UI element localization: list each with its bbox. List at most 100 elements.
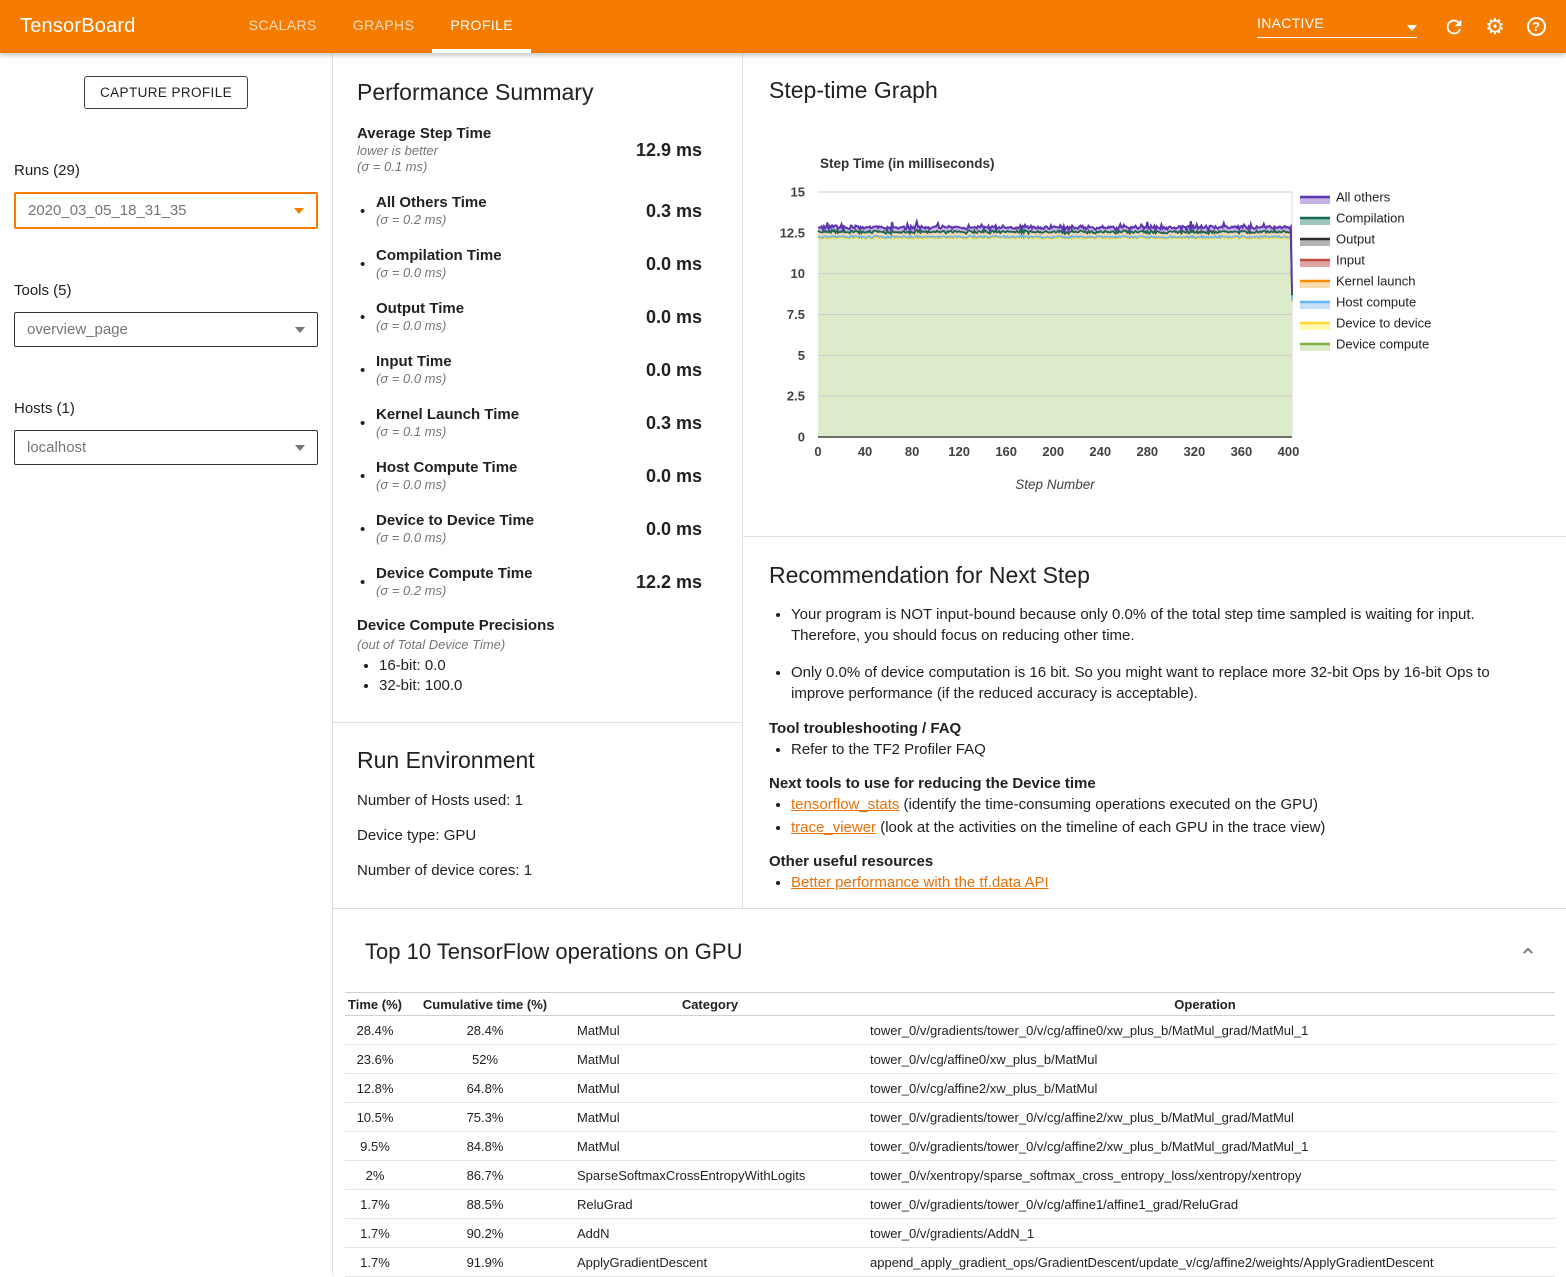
cell-category: MatMul (565, 1081, 855, 1096)
cell-cumulative: 88.5% (405, 1197, 565, 1212)
refresh-icon[interactable] (1442, 15, 1466, 39)
perf-item-sigma: (σ = 0.1 ms) (376, 424, 519, 440)
sidebar: CAPTURE PROFILE Runs (29) 2020_03_05_18_… (0, 53, 333, 1275)
table-header-row: Time (%) Cumulative time (%) Category Op… (345, 992, 1555, 1016)
svg-text:Device compute: Device compute (1336, 337, 1429, 352)
perf-item-value: 0.3 ms (646, 201, 702, 222)
list-item-text: Refer to the TF2 Profiler FAQ (791, 741, 986, 758)
perf-item-sigma: (σ = 0.0 ms) (376, 530, 534, 546)
hosts-label: Hosts (1) (14, 400, 332, 417)
list-item: tensorflow_stats (identify the time-cons… (791, 795, 1536, 814)
svg-text:40: 40 (858, 444, 872, 459)
svg-text:320: 320 (1184, 444, 1206, 459)
resource-link[interactable]: tensorflow_stats (791, 796, 899, 813)
resource-link[interactable]: Better performance with the tf.data API (791, 874, 1049, 891)
tools-select[interactable]: overview_page (14, 312, 318, 347)
top-ops-title: Top 10 TensorFlow operations on GPU (365, 939, 1566, 965)
list-item: Better performance with the tf.data API (791, 873, 1536, 892)
help-icon[interactable]: ? (1524, 15, 1548, 39)
cell-operation: tower_0/v/gradients/tower_0/v/cg/affine2… (855, 1139, 1555, 1154)
chevron-down-icon (1407, 25, 1417, 31)
settings-gear-icon[interactable]: ⚙ (1483, 15, 1507, 39)
hosts-select[interactable]: localhost (14, 430, 318, 465)
subsection-title: Next tools to use for reducing the Devic… (769, 775, 1536, 792)
perf-breakdown-item: • Device Compute Time (σ = 0.2 ms) 12.2 … (357, 565, 742, 599)
bullet-dot: • (360, 521, 376, 538)
step-time-graph-title: Step-time Graph (769, 77, 938, 104)
perf-item-sigma: (σ = 0.0 ms) (376, 371, 452, 387)
cell-operation: tower_0/v/cg/affine2/xw_plus_b/MatMul (855, 1081, 1555, 1096)
chevron-down-icon (295, 327, 305, 333)
average-note: lower is better (357, 143, 491, 159)
capture-profile-button[interactable]: CAPTURE PROFILE (84, 76, 248, 109)
hosts-select-value: localhost (27, 439, 86, 456)
tab-scalars[interactable]: SCALARS (231, 0, 335, 53)
svg-text:Step Number: Step Number (1015, 477, 1095, 492)
cell-category: ApplyGradientDescent (565, 1255, 855, 1270)
cell-category: AddN (565, 1226, 855, 1241)
perf-item-label: Output Time (376, 300, 464, 318)
bullet-dot: • (360, 415, 376, 432)
tab-graphs[interactable]: GRAPHS (335, 0, 433, 53)
cell-time: 9.5% (345, 1139, 405, 1154)
cell-time: 2% (345, 1168, 405, 1183)
recommendation-subsection: Tool troubleshooting / FAQ Refer to the … (769, 720, 1536, 759)
table-row: 9.5% 84.8% MatMul tower_0/v/gradients/to… (345, 1132, 1555, 1161)
collapse-chevron-up-icon[interactable] (1518, 941, 1538, 964)
table-row: 12.8% 64.8% MatMul tower_0/v/cg/affine2/… (345, 1074, 1555, 1103)
runs-select-value: 2020_03_05_18_31_35 (28, 202, 187, 219)
svg-text:Output: Output (1336, 232, 1375, 247)
perf-item-label: Kernel Launch Time (376, 406, 519, 424)
perf-item-sigma: (σ = 0.0 ms) (376, 318, 464, 334)
cell-category: MatMul (565, 1139, 855, 1154)
runs-select[interactable]: 2020_03_05_18_31_35 (14, 192, 318, 229)
table-row: 1.7% 90.2% AddN tower_0/v/gradients/AddN… (345, 1219, 1555, 1248)
list-item-text: (identify the time-consuming operations … (899, 796, 1318, 813)
cell-operation: tower_0/v/gradients/tower_0/v/cg/affine0… (855, 1023, 1555, 1038)
svg-text:280: 280 (1136, 444, 1158, 459)
perf-item-label: Compilation Time (376, 247, 502, 265)
cell-operation: tower_0/v/xentropy/sparse_softmax_cross_… (855, 1168, 1555, 1183)
table-row: 10.5% 75.3% MatMul tower_0/v/gradients/t… (345, 1103, 1555, 1132)
recommendation-title: Recommendation for Next Step (769, 562, 1536, 589)
cell-category: ReluGrad (565, 1197, 855, 1212)
svg-text:360: 360 (1231, 444, 1253, 459)
run-environment-section: Run Environment Number of Hosts used: 1D… (333, 723, 742, 879)
environment-line: Device type: GPU (357, 827, 742, 844)
app-logo: TensorBoard (20, 15, 136, 38)
step-time-chart[interactable]: 02.557.51012.515040801201602002402803203… (743, 140, 1566, 515)
svg-text:5: 5 (798, 348, 805, 363)
perf-item-value: 0.0 ms (646, 519, 702, 540)
col-header-operation: Operation (855, 997, 1555, 1012)
tab-profile[interactable]: PROFILE (432, 0, 531, 53)
list-item: Only 0.0% of device computation is 16 bi… (791, 662, 1536, 705)
list-item: 32-bit: 100.0 (379, 676, 742, 696)
cell-operation: tower_0/v/gradients/tower_0/v/cg/affine2… (855, 1110, 1555, 1125)
performance-breakdown-list: • All Others Time (σ = 0.2 ms) 0.3 ms • … (357, 194, 742, 599)
perf-item-value: 0.3 ms (646, 413, 702, 434)
subsection-title: Tool troubleshooting / FAQ (769, 720, 1536, 737)
bullet-dot: • (360, 468, 376, 485)
average-step-time-row: Average Step Time lower is better (σ = 0… (357, 125, 742, 175)
environment-line: Number of device cores: 1 (357, 862, 742, 879)
perf-item-sigma: (σ = 0.0 ms) (376, 477, 517, 493)
svg-text:10: 10 (791, 266, 805, 281)
bullet-dot: • (360, 203, 376, 220)
cell-cumulative: 90.2% (405, 1226, 565, 1241)
svg-text:0: 0 (798, 430, 805, 445)
recommendation-subsection: Next tools to use for reducing the Devic… (769, 775, 1536, 837)
cell-operation: tower_0/v/gradients/AddN_1 (855, 1226, 1555, 1241)
cell-cumulative: 64.8% (405, 1081, 565, 1096)
cell-time: 12.8% (345, 1081, 405, 1096)
environment-line: Number of Hosts used: 1 (357, 792, 742, 809)
navbar: TensorBoard SCALARSGRAPHSPROFILE INACTIV… (0, 0, 1566, 53)
resource-link[interactable]: trace_viewer (791, 819, 876, 836)
average-sigma: (σ = 0.1 ms) (357, 159, 491, 175)
status-select[interactable]: INACTIVE (1257, 15, 1417, 38)
svg-text:12.5: 12.5 (780, 225, 805, 240)
bullet-dot: • (360, 309, 376, 326)
svg-text:400: 400 (1278, 444, 1300, 459)
list-item: Your program is NOT input-bound because … (791, 604, 1536, 647)
perf-item-sigma: (σ = 0.2 ms) (376, 212, 487, 228)
svg-text:Step Time (in milliseconds): Step Time (in milliseconds) (820, 156, 995, 171)
